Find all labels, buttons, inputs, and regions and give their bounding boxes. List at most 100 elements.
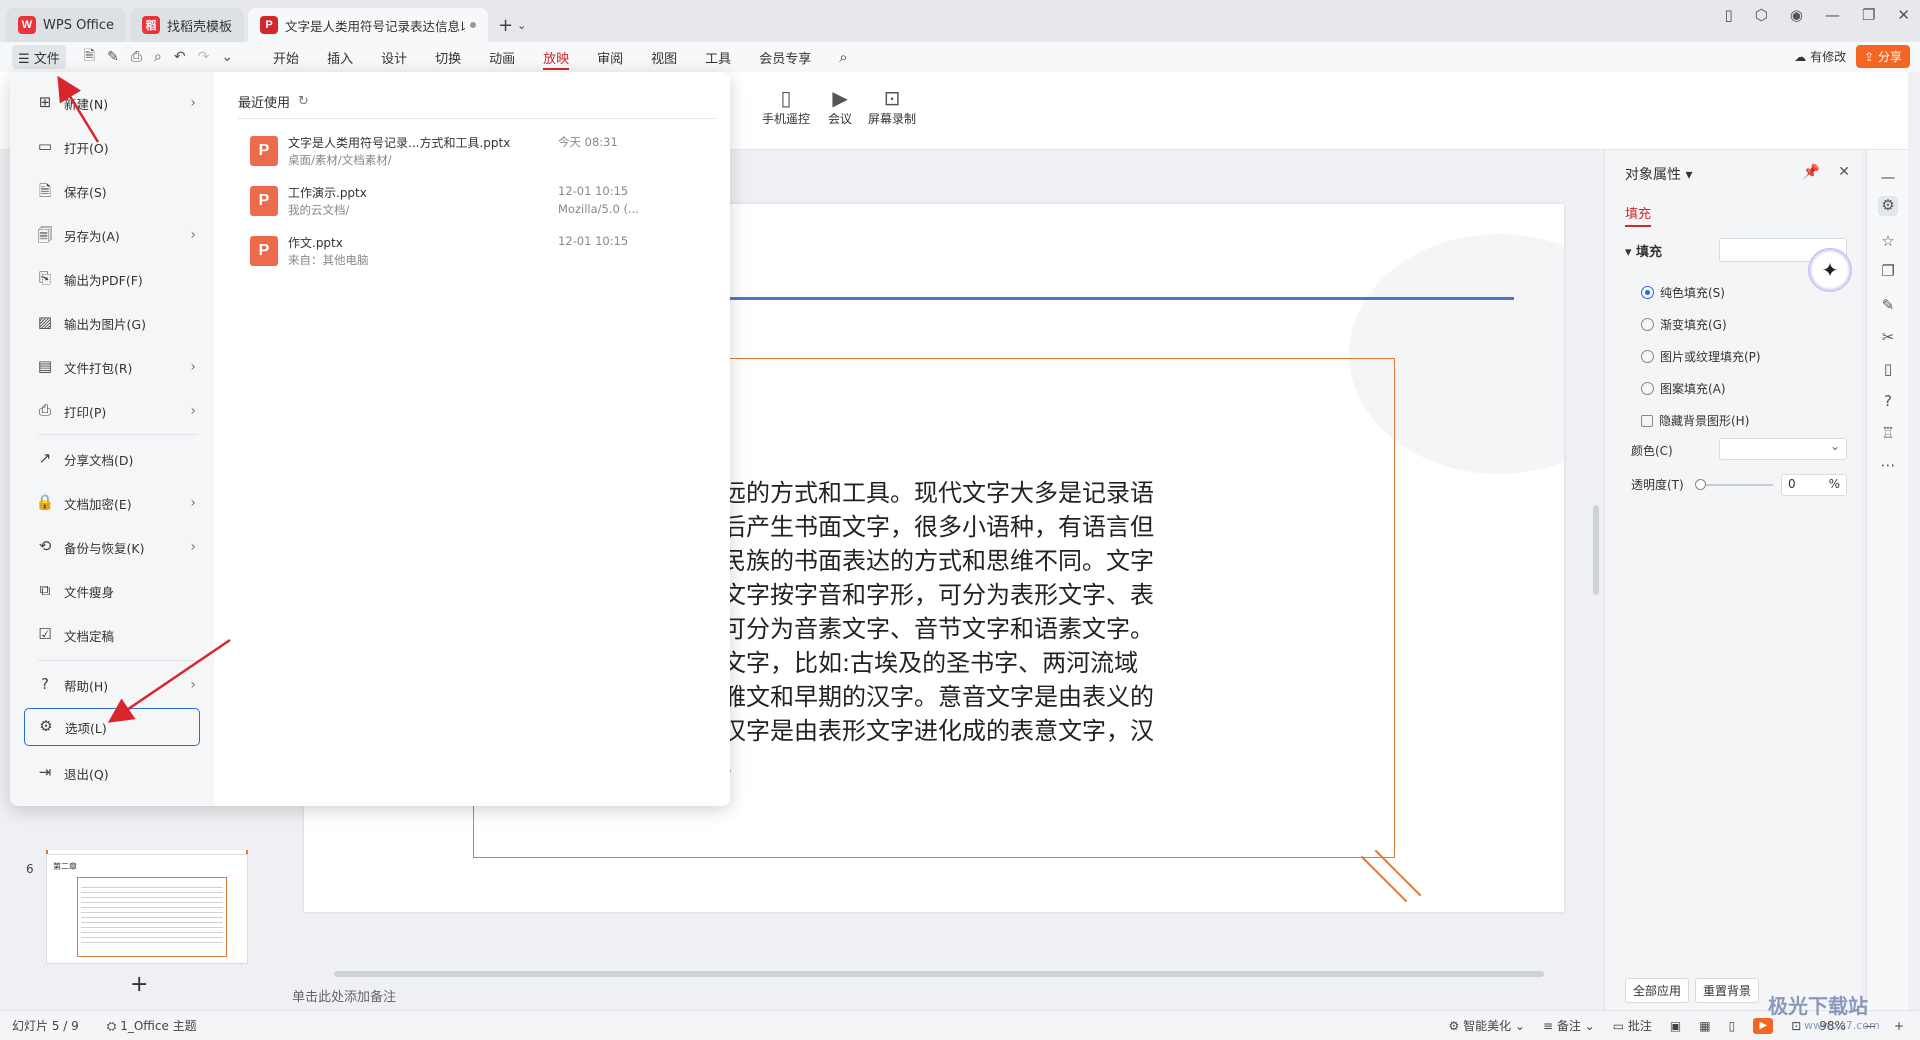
tab-document[interactable]: P 文字是人类用符号记录表达信息以 — [248, 8, 489, 42]
panel-title[interactable]: 对象属性 ▾ — [1625, 164, 1692, 184]
color-dropdown[interactable] — [1719, 438, 1847, 460]
menu-view[interactable]: 视图 — [637, 42, 691, 72]
reset-background-button[interactable]: 重置背景 — [1695, 978, 1760, 1003]
opacity-slider-track[interactable] — [1697, 484, 1773, 486]
file-menu-save[interactable]: 🗎 保存(S) — [20, 172, 210, 210]
item-label: 分享文档(D) — [64, 452, 134, 468]
new-tab-button[interactable]: + ⌄ — [492, 8, 532, 42]
file-menu-export-pdf[interactable]: ⎘ 输出为PDF(F) — [20, 260, 210, 298]
minimize-icon[interactable]: — — [1825, 6, 1840, 24]
theme-name[interactable]: ⛭ 1_Office 主题 — [107, 1017, 197, 1034]
file-menu-exit[interactable]: ⇥ 退出(Q) — [20, 754, 210, 792]
save-icon[interactable]: 🗎 — [84, 45, 95, 69]
recent-file-item[interactable]: P 工作演示.pptx 我的云文档/ 12-01 10:15 Mozilla/5… — [250, 180, 720, 226]
notes-button[interactable]: ≡ 备注 ⌄ — [1543, 1017, 1595, 1034]
menu-member[interactable]: 会员专享 — [745, 42, 825, 72]
slim-icon: ⧉ — [39, 581, 51, 599]
menu-animation[interactable]: 动画 — [475, 42, 529, 72]
phone-remote-button[interactable]: ▯ 手机遥控 — [762, 86, 810, 127]
redo-icon[interactable]: ↷ — [198, 49, 210, 65]
hide-background-checkbox[interactable]: 隐藏背景图形(H) — [1641, 412, 1749, 429]
recent-file-item[interactable]: P 文字是人类用符号记录...方式和工具.pptx 桌面/素材/文档素材/ 今天… — [250, 130, 720, 176]
copy-icon[interactable]: ❐ — [1878, 262, 1898, 282]
file-menu-print[interactable]: ⎙ 打印(P) › — [20, 392, 210, 430]
modified-status[interactable]: ☁ 有修改 — [1794, 48, 1846, 65]
properties-icon[interactable]: ⚙ — [1878, 196, 1898, 216]
cube-icon[interactable]: ⬡ — [1755, 6, 1768, 24]
screen-record-button[interactable]: ⊡ 屏幕录制 — [868, 86, 916, 127]
menu-insert[interactable]: 插入 — [313, 42, 367, 72]
radio-gradient-fill[interactable]: 渐变填充(G) — [1641, 316, 1727, 333]
edit-icon[interactable]: ✎ — [1878, 296, 1898, 316]
file-menu-save-as[interactable]: 🗐 另存为(A) › — [20, 216, 210, 254]
menu-slideshow[interactable]: 放映 — [529, 42, 583, 72]
menu-home[interactable]: 开始 — [259, 42, 313, 72]
file-menu-new[interactable]: ⊞ 新建(N) › — [20, 84, 210, 122]
brush-icon[interactable]: ✎ — [107, 49, 119, 65]
help-icon[interactable]: ? — [1878, 392, 1898, 412]
file-menu-help[interactable]: ? 帮助(H) › — [20, 666, 210, 704]
recent-file-item[interactable]: P 作文.pptx 来自：其他电脑 12-01 10:15 — [250, 230, 720, 276]
print-icon[interactable]: ⎙ — [131, 49, 142, 65]
file-menu-button[interactable]: ☰ 文件 — [12, 45, 66, 69]
menu-review[interactable]: 审阅 — [583, 42, 637, 72]
notes-input[interactable]: 单击此处添加备注 — [280, 985, 1600, 1010]
file-menu-export-image[interactable]: ▨ 输出为图片(G) — [20, 304, 210, 342]
slide-thumbnail-6[interactable]: 第二章 — [46, 854, 248, 964]
normal-view-icon[interactable]: ▣ — [1670, 1019, 1681, 1033]
scrollbar-thumb[interactable] — [334, 971, 1544, 977]
collapse-icon[interactable]: — — [1878, 168, 1898, 188]
opacity-input[interactable]: 0% — [1781, 474, 1847, 496]
tab-templates[interactable]: 稻 找稻壳模板 — [130, 8, 245, 42]
radio-picture-fill[interactable]: 图片或纹理填充(P) — [1641, 348, 1761, 365]
refresh-icon[interactable]: ↻ — [298, 94, 309, 109]
menu-tools[interactable]: 工具 — [691, 42, 745, 72]
close-icon[interactable]: ✕ — [1838, 164, 1850, 180]
menu-transition[interactable]: 切换 — [421, 42, 475, 72]
vertical-scrollbar[interactable] — [1592, 150, 1600, 980]
horizontal-scrollbar[interactable] — [304, 970, 1564, 978]
chevron-right-icon: › — [190, 677, 196, 693]
sorter-view-icon[interactable]: ▦ — [1699, 1019, 1710, 1033]
zoom-in-icon[interactable]: + — [1894, 1019, 1904, 1033]
preview-icon[interactable]: ⌕ — [154, 49, 162, 65]
meeting-button[interactable]: ▶ 会议 — [828, 86, 852, 127]
more-icon[interactable]: ⋯ — [1878, 456, 1898, 476]
menu-design[interactable]: 设计 — [367, 42, 421, 72]
book-icon[interactable]: ▯ — [1878, 360, 1898, 380]
file-menu-encrypt[interactable]: 🔒 文档加密(E) › — [20, 484, 210, 522]
apply-all-button[interactable]: 全部应用 — [1625, 978, 1690, 1003]
file-menu-package[interactable]: ▤ 文件打包(R) › — [20, 348, 210, 386]
chevron-down-icon[interactable]: ⌄ — [221, 49, 233, 65]
pin-icon[interactable]: 📌 — [1803, 164, 1820, 180]
radio-pattern-fill[interactable]: 图案填充(A) — [1641, 380, 1726, 397]
radio-solid-fill[interactable]: 纯色填充(S) — [1641, 284, 1725, 301]
share-button[interactable]: ⇪ 分享 — [1856, 45, 1910, 68]
reading-view-icon[interactable]: ▯ — [1729, 1019, 1736, 1033]
close-icon[interactable]: ✕ — [1897, 6, 1910, 24]
undo-icon[interactable]: ↶ — [174, 49, 186, 65]
search-icon[interactable]: ⌕ — [825, 42, 861, 72]
ai-assistant-icon[interactable]: ✦ — [1808, 248, 1852, 292]
file-menu-options[interactable]: ⚙ 选项(L) — [24, 708, 200, 746]
avatar[interactable]: ◉ — [1790, 6, 1803, 24]
star-icon[interactable]: ☆ — [1878, 232, 1898, 252]
file-menu-share[interactable]: ↗ 分享文档(D) — [20, 440, 210, 478]
smart-beautify-button[interactable]: ⚙ 智能美化 ⌄ — [1449, 1017, 1525, 1034]
tools-icon[interactable]: ✂ — [1878, 328, 1898, 348]
layout-icon[interactable]: ▯ — [1725, 6, 1733, 24]
shirt-icon[interactable]: ♖ — [1878, 424, 1898, 444]
file-menu-finalize[interactable]: ☑ 文档定稿 — [20, 616, 210, 654]
opacity-slider-handle[interactable] — [1695, 479, 1706, 490]
add-slide-button[interactable]: + — [130, 972, 148, 997]
comments-button[interactable]: ▭ 批注 — [1613, 1017, 1652, 1034]
option-label: 图案填充(A) — [1660, 382, 1726, 396]
restore-icon[interactable]: ❐ — [1862, 6, 1875, 24]
file-menu-open[interactable]: ▭ 打开(O) — [20, 128, 210, 166]
file-menu-backup[interactable]: ⟲ 备份与恢复(K) › — [20, 528, 210, 566]
tab-wps-office[interactable]: W WPS Office — [6, 8, 127, 42]
fill-section-label[interactable]: ▾ 填充 — [1625, 241, 1662, 260]
tab-fill[interactable]: 填充 — [1625, 203, 1652, 227]
scrollbar-thumb[interactable] — [1593, 505, 1599, 595]
file-menu-slim[interactable]: ⧉ 文件瘦身 — [20, 572, 210, 610]
